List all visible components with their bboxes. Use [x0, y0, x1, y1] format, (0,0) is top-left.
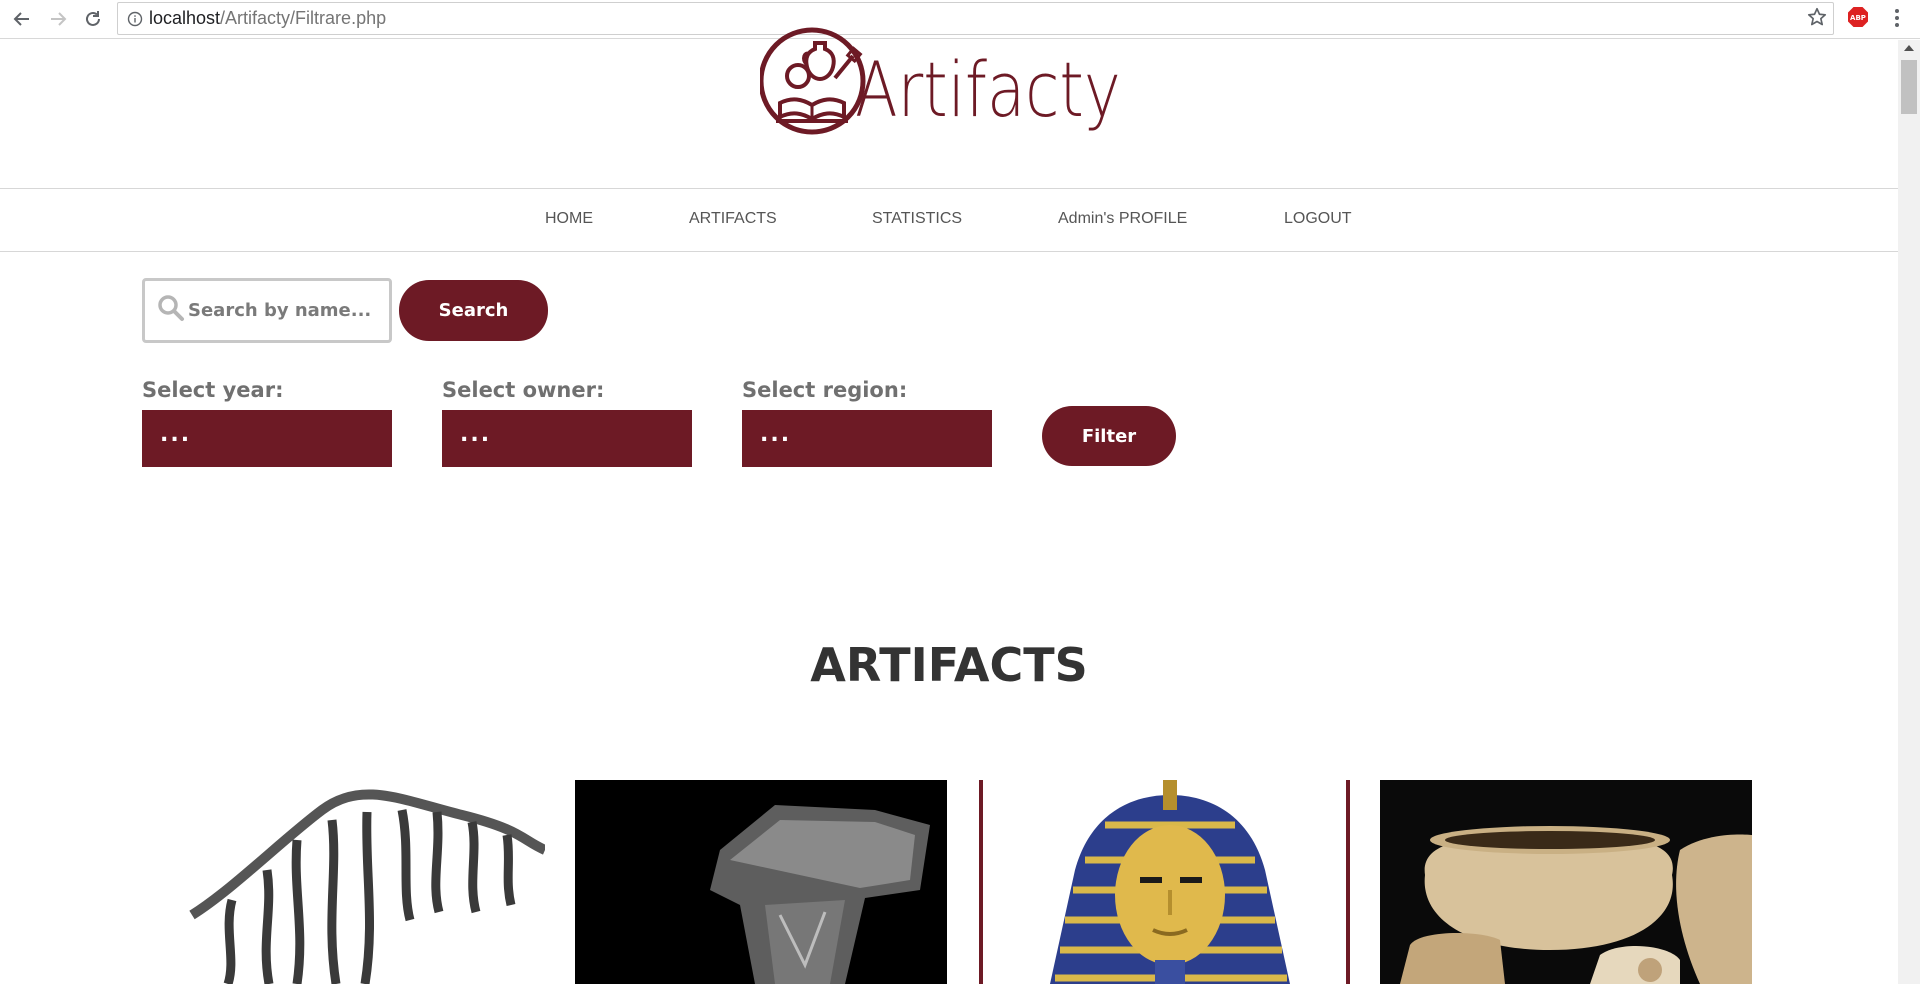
url-path: /Artifacty/Filtrare.php — [220, 8, 387, 28]
owner-select[interactable]: ... — [442, 410, 692, 467]
nav-item-home[interactable]: HOME — [545, 210, 593, 228]
main-navigation: HOME ARTIFACTS STATISTICS Admin's PROFIL… — [0, 188, 1898, 252]
adblock-label: ABP — [1850, 14, 1866, 22]
search-input[interactable] — [188, 295, 378, 325]
artifacts-heading: ARTIFACTS — [810, 638, 1088, 692]
forward-icon[interactable] — [44, 5, 72, 33]
nav-item-statistics[interactable]: STATISTICS — [872, 210, 962, 228]
reload-icon[interactable] — [79, 5, 107, 33]
search-field[interactable] — [142, 278, 392, 343]
scroll-up-arrow-icon[interactable] — [1904, 45, 1914, 51]
url-text: localhost/Artifacty/Filtrare.php — [149, 8, 386, 29]
year-select[interactable]: ... — [142, 410, 392, 467]
artifact-image-pharaoh-mask — [1050, 780, 1290, 984]
nav-item-artifacts[interactable]: ARTIFACTS — [689, 210, 777, 228]
artifact-image-metal-fragment — [575, 780, 947, 984]
search-icon — [158, 295, 184, 321]
owner-filter-label: Select owner: — [442, 378, 605, 402]
card-divider — [1346, 780, 1350, 984]
filter-button[interactable]: Filter — [1042, 406, 1176, 466]
adblock-extension-icon[interactable]: ABP — [1847, 6, 1869, 28]
logo-wordmark[interactable]: Artifacty — [855, 52, 1121, 128]
search-button[interactable]: Search — [399, 280, 548, 341]
artifact-card-image[interactable] — [575, 780, 947, 984]
logo-emblem-icon — [760, 27, 866, 135]
artifact-card-image[interactable] — [172, 780, 545, 984]
scrollbar-thumb[interactable] — [1901, 60, 1917, 114]
vertical-scrollbar[interactable] — [1898, 40, 1920, 984]
back-icon[interactable] — [8, 5, 36, 33]
region-filter-label: Select region: — [742, 378, 908, 402]
browser-menu-icon[interactable] — [1886, 7, 1908, 29]
region-select[interactable]: ... — [742, 410, 992, 467]
artifact-image-cord — [189, 789, 545, 984]
artifact-card-image[interactable] — [1005, 780, 1345, 984]
artifact-card-image[interactable] — [1380, 780, 1752, 984]
year-filter-label: Select year: — [142, 378, 284, 402]
nav-item-logout[interactable]: LOGOUT — [1284, 210, 1352, 228]
nav-item-admin-profile[interactable]: Admin's PROFILE — [1058, 210, 1187, 228]
card-divider — [979, 780, 983, 984]
bookmark-star-icon[interactable] — [1806, 6, 1828, 28]
url-host: localhost — [149, 8, 221, 28]
info-icon[interactable] — [127, 11, 143, 27]
artifact-image-clay-pots — [1380, 780, 1752, 984]
